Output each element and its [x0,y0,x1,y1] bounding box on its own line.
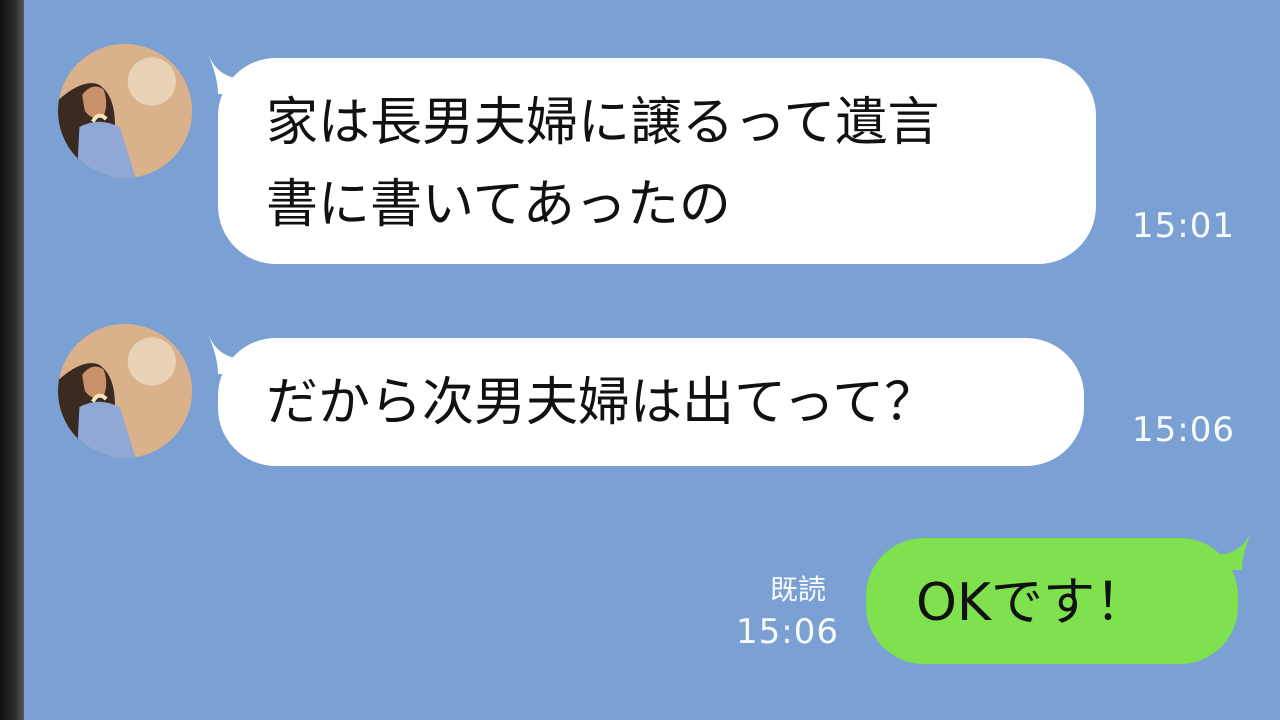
phone-frame-edge [0,0,24,720]
message-bubble-incoming[interactable]: だから次男夫婦は出てって？ [218,338,1084,466]
message-bubble-outgoing[interactable]: OKです！ [866,538,1238,664]
message-timestamp: 15:01 [1132,206,1235,246]
message-timestamp: 15:06 [736,612,839,652]
read-receipt-label: 既読 [770,573,827,606]
message-bubble-incoming[interactable]: 家は長男夫婦に譲るって遺言 書に書いてあったの [218,58,1096,264]
avatar-photo-icon [58,44,192,178]
avatar[interactable] [58,44,192,178]
avatar-photo-icon [58,324,192,458]
avatar[interactable] [58,324,192,458]
message-timestamp: 15:06 [1132,410,1235,450]
chat-screen[interactable]: 家は長男夫婦に譲るって遺言 書に書いてあったの 15:01 だから次男夫婦は出て… [24,0,1280,720]
bubble-tail-icon [1212,530,1252,570]
